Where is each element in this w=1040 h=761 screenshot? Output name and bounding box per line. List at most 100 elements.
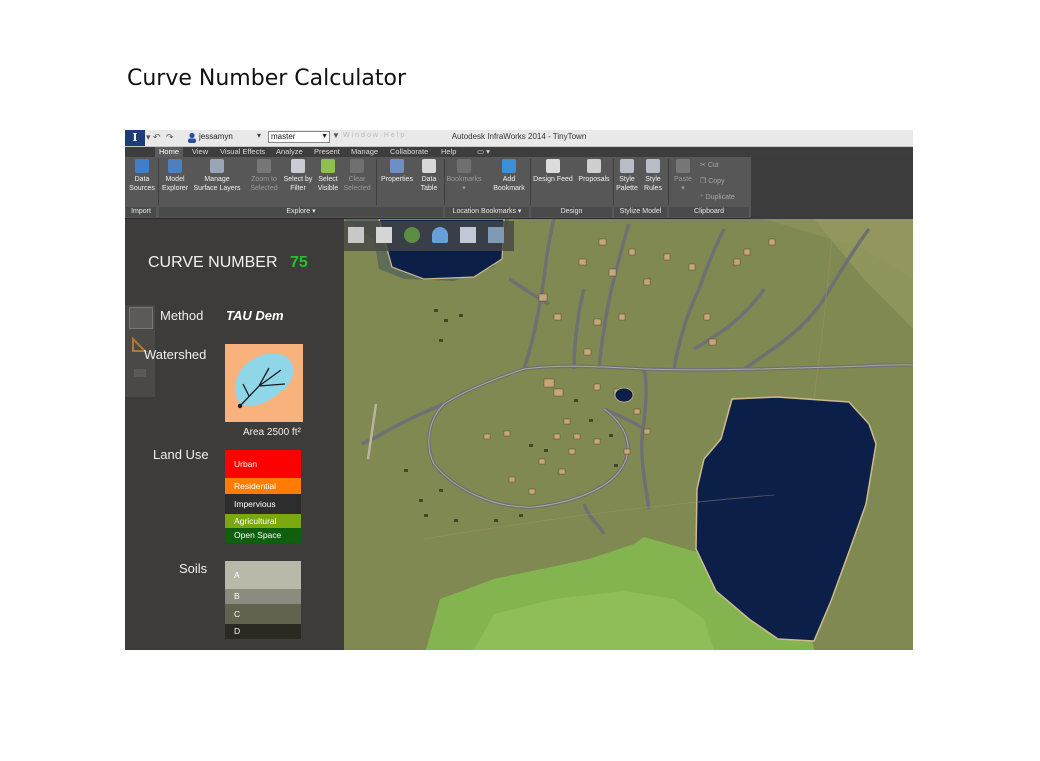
tab-home[interactable]: Home	[155, 147, 184, 157]
properties-icon	[390, 159, 404, 173]
add-bookmark-button[interactable]: Add Bookmark	[489, 159, 529, 203]
select-visible-label-1: Select	[318, 176, 338, 183]
bookmark-icon	[457, 159, 471, 173]
divider	[376, 159, 377, 205]
group-import[interactable]: Import	[126, 207, 156, 217]
measure-icon[interactable]	[348, 227, 364, 243]
style-palette-icon	[620, 159, 634, 173]
proposals-icon	[587, 159, 601, 173]
zoom-to-selected-button[interactable]: Zoom to Selected	[247, 159, 281, 203]
camera-tool-icon[interactable]	[129, 363, 151, 383]
model-explorer-button[interactable]: Model Explorer	[160, 159, 190, 203]
add-bookmark-icon	[502, 159, 516, 173]
proposals-label: Proposals	[578, 176, 610, 183]
select-by-filter-button[interactable]: Select by Filter	[282, 159, 314, 203]
land-use-urban[interactable]: Urban	[225, 450, 301, 478]
soil-c[interactable]: C	[225, 604, 301, 624]
ribbon-options-icon[interactable]: ▭ ▾	[477, 147, 490, 157]
ribbon: Data Sources Model Explorer Manage Surfa…	[125, 157, 751, 219]
tab-manage[interactable]: Manage	[351, 147, 378, 157]
select-by-filter-label-1: Select by	[283, 176, 313, 183]
data-table-label-1: Data	[421, 176, 437, 183]
group-design: Design	[531, 207, 612, 217]
manage-surface-layers-button[interactable]: Manage Surface Layers	[191, 159, 243, 203]
soil-a[interactable]: A	[225, 561, 301, 589]
watershed-tool-icon[interactable]	[488, 227, 504, 243]
duplicate-button[interactable]: ⁺ Duplicate	[700, 193, 735, 201]
tab-present[interactable]: Present	[314, 147, 340, 157]
map-viewport[interactable]	[344, 219, 913, 650]
land-use-open-space[interactable]: Open Space	[225, 528, 301, 543]
window-title: Autodesk InfraWorks 2014 - TinyTown	[451, 132, 587, 141]
grade-icon[interactable]	[376, 227, 392, 243]
divider	[613, 159, 614, 205]
group-location-bookmarks[interactable]: Location Bookmarks ▾	[445, 207, 529, 217]
terrain-map[interactable]	[344, 219, 913, 650]
land-use-agricultural[interactable]: Agricultural	[225, 514, 301, 528]
database-icon	[135, 159, 149, 173]
style-palette-label-1: Style	[619, 176, 635, 183]
select-visible-button[interactable]: Select Visible	[315, 159, 341, 203]
style-palette-button[interactable]: Style Palette	[615, 159, 639, 203]
duplicate-label: Duplicate	[705, 194, 735, 201]
copy-button[interactable]: ❐ Copy	[700, 177, 725, 185]
style-palette-label-2: Palette	[616, 185, 638, 192]
camera-icon	[134, 369, 146, 377]
zoom-to-selected-label-1: Zoom to	[251, 176, 277, 183]
soil-b[interactable]: B	[225, 589, 301, 604]
design-feed-label: Design Feed	[533, 176, 573, 183]
data-sources-label-1: Data	[134, 176, 150, 183]
tab-visual-effects[interactable]: Visual Effects	[220, 147, 265, 157]
tree-icon[interactable]	[404, 227, 420, 243]
proposals-button[interactable]: Proposals	[577, 159, 611, 203]
model-explorer-icon	[168, 159, 182, 173]
tab-help[interactable]: Help	[441, 147, 456, 157]
design-feed-button[interactable]: Design Feed	[531, 159, 575, 203]
cut-button[interactable]: ✂ Cut	[700, 161, 719, 169]
group-explore[interactable]: Explore ▾	[159, 207, 443, 217]
data-table-button[interactable]: Data Table	[417, 159, 441, 203]
water-drop-icon[interactable]	[432, 227, 448, 243]
properties-button[interactable]: Properties	[379, 159, 415, 203]
select-by-filter-label-2: Filter	[290, 185, 306, 192]
data-sources-button[interactable]: Data Sources	[127, 159, 157, 203]
manage-surface-layers-label-1: Manage	[204, 176, 230, 183]
watershed-thumbnail[interactable]	[225, 344, 303, 422]
paste-label: Paste	[674, 176, 692, 183]
clear-selected-label-1: Clear	[348, 176, 366, 183]
bookmarks-label: Bookmarks	[446, 176, 482, 183]
ribbon-tabs: Home View Visual Effects Analyze Present…	[125, 147, 913, 157]
style-rules-icon	[646, 159, 660, 173]
soil-d[interactable]: D	[225, 624, 301, 639]
land-use-label: Land Use	[153, 447, 209, 462]
zoom-to-selected-label-2: Selected	[250, 185, 278, 192]
tab-collaborate[interactable]: Collaborate	[390, 147, 428, 157]
style-rules-label-2: Rules	[644, 185, 662, 192]
select-visible-icon	[321, 159, 335, 173]
data-table-label-2: Table	[420, 185, 438, 192]
method-value[interactable]: TAU Dem	[226, 308, 284, 323]
style-rules-label-1: Style	[645, 176, 661, 183]
watershed-drawing	[235, 353, 294, 409]
select-tool-icon[interactable]	[129, 307, 153, 329]
model-explorer-label-2: Explorer	[161, 185, 189, 192]
select-visible-label-2: Visible	[317, 185, 339, 192]
land-use-impervious[interactable]: Impervious	[225, 494, 301, 514]
paste-button[interactable]: Paste ▾	[670, 159, 696, 203]
copy-label: Copy	[708, 178, 725, 185]
method-label: Method	[160, 308, 204, 323]
surface-layers-icon	[210, 159, 224, 173]
title-bar: I ▾ ↶ ↷ jessamyn ▾ master ▼ ▼ Window Hel…	[125, 130, 913, 147]
clear-selected-button[interactable]: Clear Selected	[342, 159, 372, 203]
surface-analysis-icon[interactable]	[460, 227, 476, 243]
land-use-residential[interactable]: Residential	[225, 478, 301, 494]
style-rules-button[interactable]: Style Rules	[641, 159, 665, 203]
bookmarks-button[interactable]: Bookmarks ▾	[445, 159, 483, 203]
tab-analyze[interactable]: Analyze	[276, 147, 303, 157]
soils-label: Soils	[179, 561, 208, 576]
table-icon	[422, 159, 436, 173]
tab-view[interactable]: View	[192, 147, 208, 157]
add-bookmark-label-1: Add	[502, 176, 516, 183]
paste-icon	[676, 159, 690, 173]
cursor-icon	[257, 159, 271, 173]
